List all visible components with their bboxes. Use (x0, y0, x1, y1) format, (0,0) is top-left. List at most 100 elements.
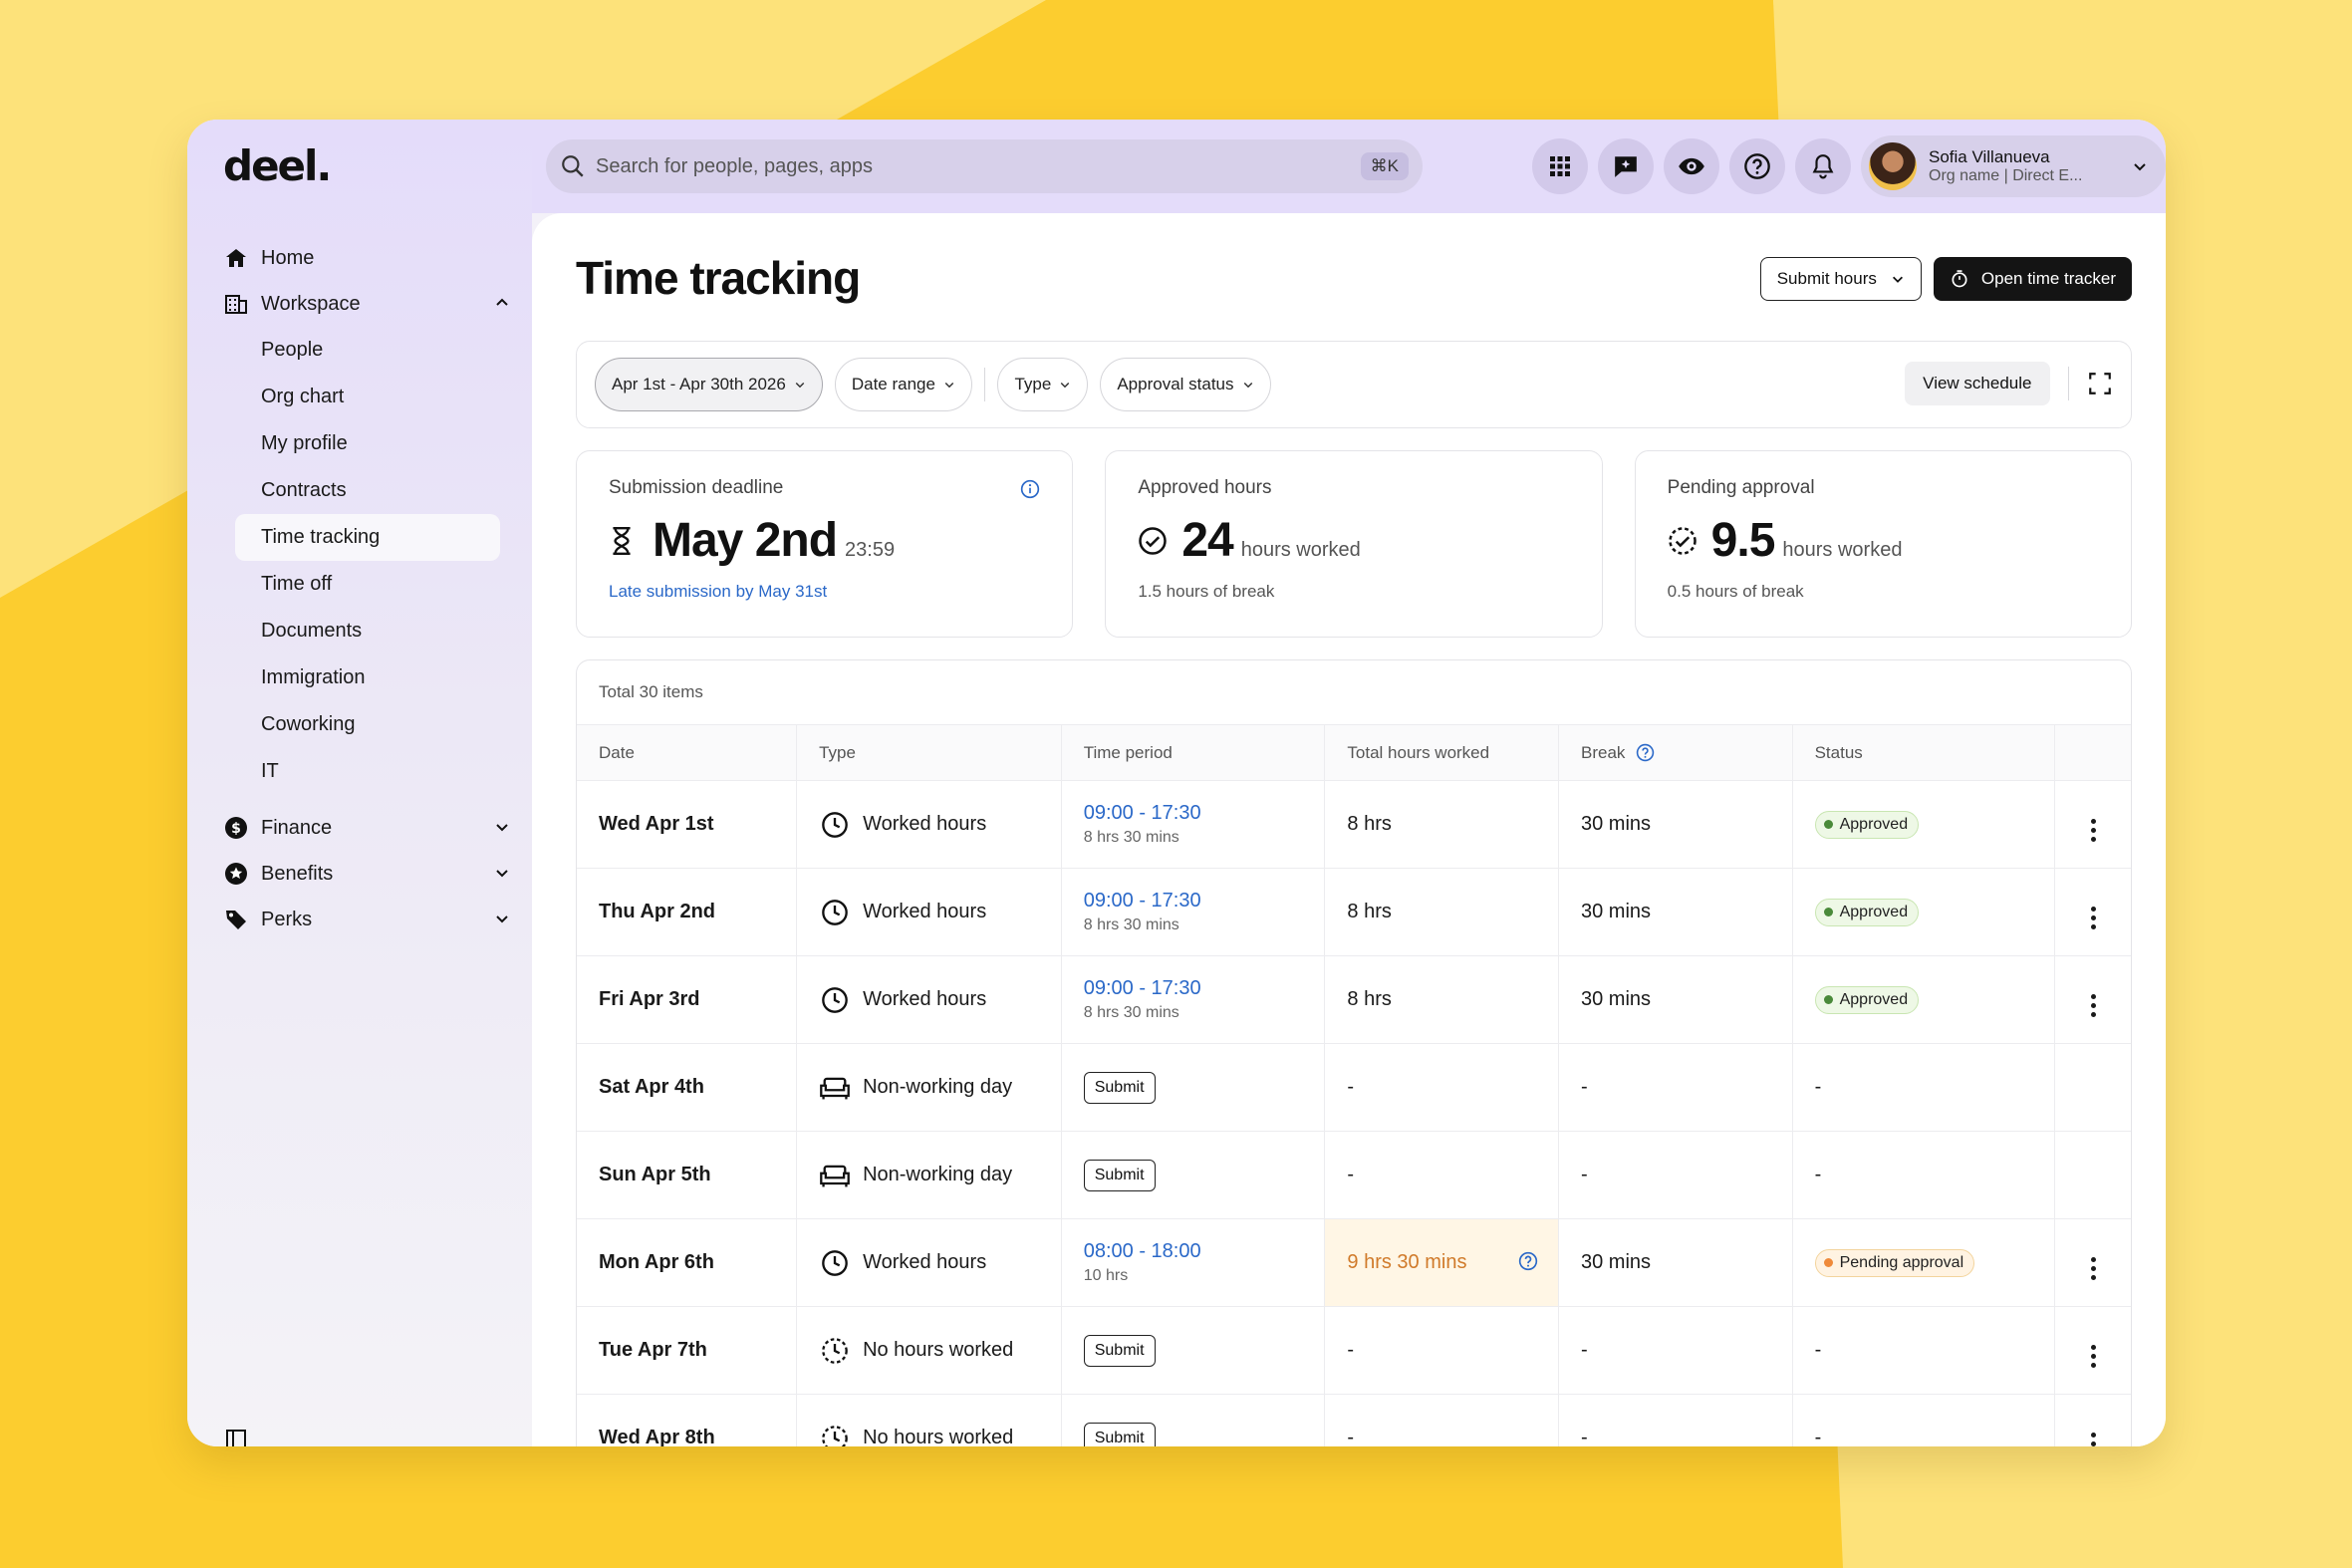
row-type-label: Worked hours (863, 988, 987, 1010)
sidebar-item-label: Workspace (261, 292, 361, 315)
user-menu[interactable]: Sofia Villanueva Org name | Direct E... (1861, 135, 2166, 197)
filter-bar: Apr 1st - Apr 30th 2026 Date range Type … (576, 341, 2132, 428)
sidebar-subitem-time-tracking[interactable]: Time tracking (235, 514, 500, 561)
sidebar-subitem-org-chart[interactable]: Org chart (223, 374, 512, 420)
approval-status-label: Approval status (1117, 375, 1234, 393)
sidebar-item-label: Finance (261, 816, 333, 839)
row-break: 30 mins (1558, 868, 1793, 956)
chevron-up-icon[interactable] (494, 295, 510, 311)
row-total-hours: 8 hrs (1324, 868, 1559, 956)
sidebar-item-home[interactable]: Home (223, 235, 512, 281)
open-time-tracker-button[interactable]: Open time tracker (1933, 257, 2132, 301)
type-filter[interactable]: Type (997, 358, 1089, 411)
approved-hours-value: 24 (1181, 514, 1233, 567)
sidebar-item-benefits[interactable]: Benefits (223, 851, 512, 897)
submit-button[interactable]: Submit (1083, 1071, 1156, 1104)
more-vertical-icon[interactable] (2090, 1433, 2096, 1446)
sidebar-subitem-people[interactable]: People (223, 327, 512, 374)
chevron-down-icon[interactable] (494, 819, 510, 835)
card-label: Pending approval (1667, 477, 1815, 498)
apps-button[interactable] (1532, 138, 1588, 194)
table-row[interactable]: Wed Apr 8th No hours worked Submit - - - (577, 1394, 2131, 1446)
sidebar-item-workspace[interactable]: Workspace (223, 281, 512, 327)
sidebar-item-label: Benefits (261, 862, 334, 885)
more-vertical-icon[interactable] (2090, 1257, 2096, 1280)
column-header-time-period[interactable]: Time period (1061, 724, 1326, 781)
column-header-type[interactable]: Type (796, 724, 1062, 781)
submit-button[interactable]: Submit (1083, 1159, 1156, 1191)
approval-status-filter[interactable]: Approval status (1100, 358, 1271, 411)
search-input[interactable] (596, 154, 1361, 178)
sidebar-subitem-documents[interactable]: Documents (223, 608, 512, 654)
break-header-label: Break (1581, 742, 1626, 762)
column-header-date[interactable]: Date (577, 724, 798, 781)
row-status: - (1792, 1043, 2056, 1132)
sidebar-subitem-my-profile[interactable]: My profile (223, 420, 512, 467)
user-org: Org name | Direct E... (1929, 166, 2083, 184)
bell-icon (1812, 154, 1834, 179)
table-row[interactable]: Fri Apr 3rd Worked hours 09:00 - 17:30 8… (577, 955, 2131, 1044)
expand-icon[interactable] (2087, 371, 2113, 396)
help-button[interactable] (1729, 138, 1785, 194)
table-row[interactable]: Sat Apr 4th Non-working day Submit - - - (577, 1043, 2131, 1132)
info-icon[interactable] (1020, 479, 1040, 499)
date-range-label: Date range (851, 375, 935, 393)
search-icon (562, 155, 584, 177)
more-vertical-icon[interactable] (2090, 994, 2096, 1017)
sidebar-item-finance[interactable]: $ Finance (223, 805, 512, 851)
more-vertical-icon[interactable] (2090, 819, 2096, 842)
row-type-label: Non-working day (863, 1076, 1013, 1098)
deel-logo[interactable]: deel. (223, 141, 332, 190)
column-header-break[interactable]: Break (1558, 724, 1793, 781)
tag-icon (223, 907, 249, 932)
more-vertical-icon[interactable] (2090, 1345, 2096, 1368)
table-row[interactable]: Wed Apr 1st Worked hours 09:00 - 17:30 8… (577, 780, 2131, 869)
sidebar-subitem-contracts[interactable]: Contracts (223, 467, 512, 514)
table-row[interactable]: Mon Apr 6th Worked hours 08:00 - 18:00 1… (577, 1218, 2131, 1307)
row-type: No hours worked (796, 1394, 1062, 1446)
notifications-button[interactable] (1795, 138, 1851, 194)
chevron-down-icon[interactable] (494, 865, 510, 881)
period-range[interactable]: 09:00 - 17:30 (1084, 802, 1325, 825)
pending-hours-value: 9.5 (1710, 514, 1776, 567)
period-range[interactable]: 09:00 - 17:30 (1084, 890, 1325, 913)
sidebar-item-perks[interactable]: Perks (223, 897, 512, 942)
sidebar-subitem-it[interactable]: IT (223, 748, 512, 795)
period-range[interactable]: 09:00 - 17:30 (1084, 977, 1325, 1000)
table-row[interactable]: Sun Apr 5th Non-working day Submit - - - (577, 1131, 2131, 1219)
row-total-hours: 9 hrs 30 mins (1324, 1218, 1559, 1307)
app-window: deel. Home Workspace People Org chart My… (187, 120, 2166, 1446)
more-vertical-icon[interactable] (2090, 907, 2096, 929)
row-type-label: Non-working day (863, 1164, 1013, 1185)
visibility-button[interactable] (1664, 138, 1719, 194)
deadline-date: May 2nd (653, 514, 838, 567)
feedback-button[interactable] (1598, 138, 1654, 194)
period-range[interactable]: 08:00 - 18:00 (1084, 1240, 1325, 1263)
home-icon (223, 245, 249, 271)
table-row[interactable]: Thu Apr 2nd Worked hours 09:00 - 17:30 8… (577, 868, 2131, 956)
column-header-status[interactable]: Status (1792, 724, 2056, 781)
search-shortcut: ⌘K (1360, 152, 1409, 180)
question-icon[interactable] (1636, 743, 1655, 762)
sidebar-subitem-immigration[interactable]: Immigration (223, 654, 512, 701)
date-range-filter[interactable]: Date range (834, 358, 972, 411)
sofa-icon (819, 1072, 851, 1104)
chevron-down-icon (2134, 163, 2146, 171)
status-badge-label: Approved (1839, 990, 1909, 1008)
submit-button[interactable]: Submit (1083, 1422, 1156, 1446)
column-header-total-hours[interactable]: Total hours worked (1324, 724, 1559, 781)
submit-hours-button[interactable]: Submit hours (1759, 257, 1922, 301)
filter-divider (983, 368, 986, 401)
sidebar-subitem-time-off[interactable]: Time off (223, 561, 512, 608)
row-status: Pending approval (1792, 1218, 2056, 1307)
search-bar[interactable]: ⌘K (546, 139, 1423, 193)
date-period-filter[interactable]: Apr 1st - Apr 30th 2026 (595, 358, 823, 411)
collapse-sidebar-icon[interactable] (225, 1429, 247, 1446)
question-icon[interactable] (1518, 1251, 1538, 1271)
chevron-down-icon[interactable] (494, 911, 510, 926)
submit-button[interactable]: Submit (1083, 1334, 1156, 1367)
late-submission-link[interactable]: Late submission by May 31st (609, 582, 1040, 602)
sidebar-subitem-coworking[interactable]: Coworking (223, 701, 512, 748)
table-row[interactable]: Tue Apr 7th No hours worked Submit - - - (577, 1306, 2131, 1395)
view-schedule-button[interactable]: View schedule (1905, 362, 2050, 405)
